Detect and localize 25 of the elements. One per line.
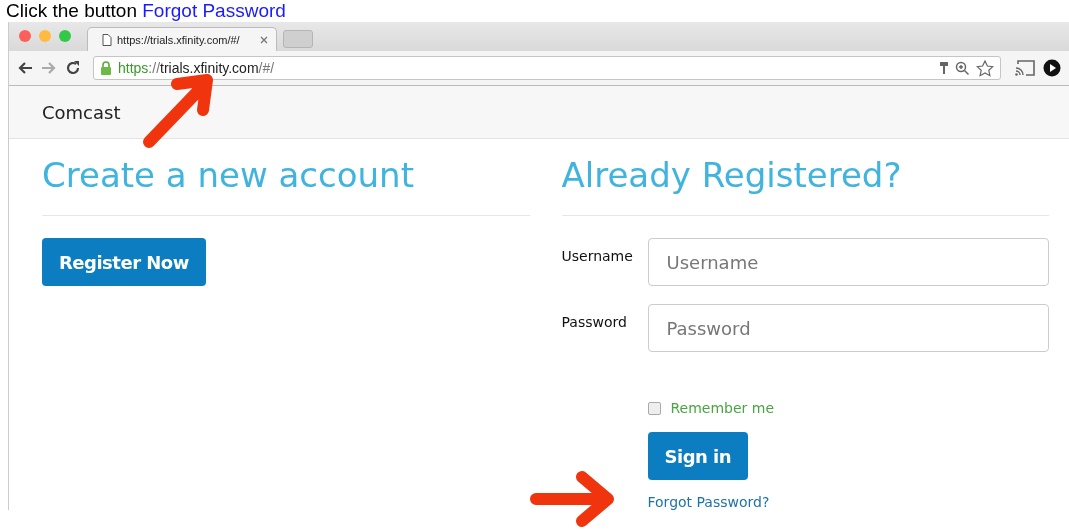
zoom-icon[interactable] <box>955 60 970 76</box>
section-heading: Already Registered? <box>561 154 902 197</box>
forgot-password-link[interactable]: Forgot Password <box>142 0 286 21</box>
play-icon[interactable] <box>1043 59 1061 77</box>
star-icon[interactable] <box>976 59 994 77</box>
input-field[interactable]: Password <box>647 304 1049 352</box>
instruction-text: Click the button Forgot Password <box>5 0 287 22</box>
browser-tab[interactable]: https://trials.xfinity.com/#/ <box>87 27 277 51</box>
reload-icon[interactable] <box>65 60 81 76</box>
section-heading: Create a new account <box>42 154 414 197</box>
back-icon[interactable] <box>17 61 33 75</box>
lock-icon <box>100 61 112 75</box>
page-icon <box>102 33 112 46</box>
sign-in-button[interactable]: Sign in <box>647 432 749 480</box>
key-icon[interactable] <box>939 61 949 75</box>
forgot-password-link[interactable]: Forgot Password? <box>647 494 770 510</box>
brand-name[interactable]: Comcast <box>42 101 121 123</box>
input-field[interactable]: Username <box>647 238 1049 286</box>
register-now-button[interactable]: Register Now <box>42 238 206 286</box>
close-tab-icon[interactable] <box>260 35 268 44</box>
field-label: Password <box>561 313 628 330</box>
cast-icon[interactable] <box>1015 60 1035 76</box>
address-bar[interactable]: https://trials.xfinity.com/#/ <box>93 56 1001 80</box>
remember-checkbox[interactable] <box>647 401 661 415</box>
field-label: Username <box>561 247 634 264</box>
